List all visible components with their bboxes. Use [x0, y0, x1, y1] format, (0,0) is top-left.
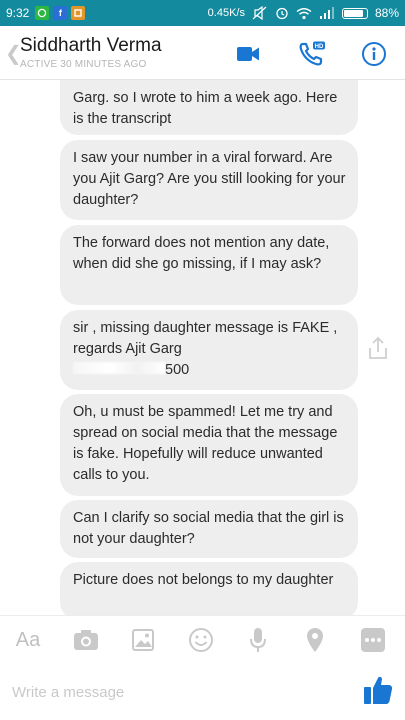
- network-speed: 0.45K/s: [207, 7, 245, 19]
- contact-name[interactable]: Siddharth Verma: [20, 35, 162, 57]
- message-bubble[interactable]: Can I clarify so social media that the g…: [60, 500, 358, 558]
- microphone-icon[interactable]: [242, 624, 274, 656]
- message-text: I saw your number in a viral forward. Ar…: [73, 150, 346, 208]
- message-bubble[interactable]: Garg. so I wrote to him a week ago. Here…: [60, 80, 358, 135]
- message-text-tail: 500: [165, 362, 190, 378]
- emoji-icon[interactable]: [185, 624, 217, 656]
- message-text: Picture does not belongs to my daughter: [73, 572, 334, 588]
- mute-icon: [252, 6, 267, 20]
- message-text: sir , missing daughter message is FAKE ,…: [73, 320, 338, 357]
- composer-toolbar: Aa: [0, 615, 405, 663]
- video-call-icon[interactable]: [232, 38, 264, 70]
- info-icon[interactable]: [358, 38, 390, 70]
- battery-icon: [341, 7, 368, 19]
- message-bubble[interactable]: The forward does not mention any date, w…: [60, 225, 358, 305]
- message-bubble[interactable]: Oh, u must be spammed! Let me try and sp…: [60, 394, 358, 496]
- message-bubble[interactable]: I saw your number in a viral forward. Ar…: [60, 140, 358, 220]
- redacted-phone-number: [73, 362, 165, 374]
- share-icon[interactable]: [364, 334, 392, 362]
- text-format-toggle[interactable]: Aa: [12, 624, 44, 656]
- conversation-header: ❮ Siddharth Verma ACTIVE 30 MINUTES AGO …: [0, 26, 405, 80]
- message-bubble[interactable]: sir , missing daughter message is FAKE ,…: [60, 310, 358, 390]
- message-input[interactable]: [12, 681, 332, 703]
- message-composer: [0, 663, 405, 720]
- message-text: The forward does not mention any date, w…: [73, 235, 330, 272]
- location-icon[interactable]: [299, 624, 331, 656]
- message-bubble[interactable]: Picture does not belongs to my daughter: [60, 562, 358, 615]
- gallery-icon[interactable]: [127, 624, 159, 656]
- battery-percent: 88%: [374, 6, 399, 20]
- camera-icon[interactable]: [70, 624, 102, 656]
- aa-label: Aa: [15, 628, 41, 651]
- active-status: ACTIVE 30 MINUTES AGO: [20, 59, 147, 70]
- signal-icon: [319, 7, 334, 19]
- wifi-icon: [296, 7, 312, 19]
- facebook-icon: f: [53, 6, 68, 20]
- svg-text:HD: HD: [315, 44, 324, 50]
- app-icon: [71, 6, 86, 20]
- message-text: Oh, u must be spammed! Let me try and sp…: [73, 404, 338, 483]
- thumbs-up-icon[interactable]: [362, 674, 394, 706]
- message-text: Can I clarify so social media that the g…: [73, 510, 344, 547]
- whatsapp-icon: [35, 6, 50, 20]
- more-icon[interactable]: [357, 624, 389, 656]
- status-bar: 9:32 f 0.45K/s 88%: [0, 0, 405, 26]
- message-text: Garg. so I wrote to him a week ago. Here…: [73, 90, 338, 127]
- alarm-icon: [276, 7, 288, 20]
- message-list[interactable]: Garg. so I wrote to him a week ago. Here…: [0, 80, 405, 615]
- hd-voice-call-icon[interactable]: HD: [296, 38, 328, 70]
- status-time: 9:32: [6, 6, 30, 20]
